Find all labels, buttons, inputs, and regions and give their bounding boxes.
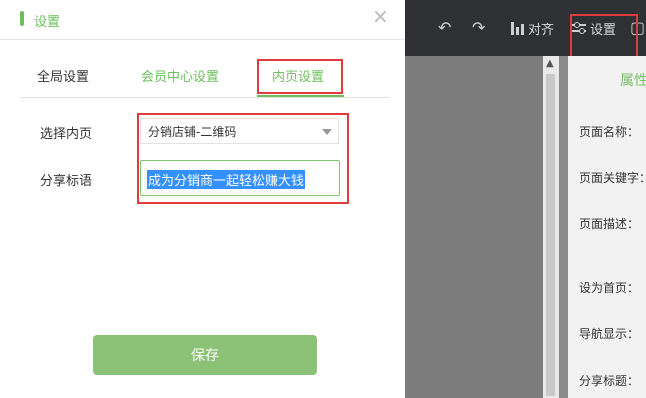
panel-gutter [559,56,568,398]
settings-dialog: 设置 × 全局设置 会员中心设置 内页设置 选择内页 分销店铺-二维码 分享标语… [0,0,405,398]
redo-icon: ↷ [472,18,486,37]
page-name-label: 页面名称： [579,125,640,139]
save-button[interactable]: 保存 [93,335,317,375]
select-page-label: 选择内页 [40,127,93,142]
dialog-title: 设置 [34,15,61,30]
set-homepage-label: 设为首页： [579,281,640,295]
align-button[interactable]: 对齐 [510,0,554,56]
tab-member-center-settings[interactable]: 会员中心设置 [141,66,219,85]
tab-global-settings[interactable]: 全局设置 [37,66,89,85]
properties-title: 属性 [620,73,646,89]
scroll-up-arrow-icon[interactable]: ▲ [546,58,554,69]
canvas-scrollbar[interactable]: ▲ [543,56,559,398]
properties-panel: 属性 页面名称： 页面关键字： 页面描述： 设为首页： 导航显示： 分享标题： [568,56,646,398]
close-icon[interactable]: × [372,6,389,26]
align-label: 对齐 [528,22,555,38]
settings-highlight-box [570,14,638,58]
page-keywords-label: 页面关键字： [579,171,646,185]
dialog-header: 设置 × [0,0,405,40]
tab-highlight-box [257,59,343,94]
nav-display-label: 导航显示： [579,327,640,341]
fields-highlight-box [137,113,349,204]
align-icon [510,21,524,35]
title-accent-bar [20,11,24,26]
undo-icon: ↶ [438,18,452,37]
editor-canvas [405,56,543,398]
share-title-label: 分享标题： [579,374,640,388]
undo-button[interactable]: ↶ [438,0,451,56]
page-description-label: 页面描述： [579,217,640,231]
redo-button[interactable]: ↷ [472,0,485,56]
share-title-field-label: 分享标语 [40,174,93,189]
scroll-thumb[interactable] [546,74,555,396]
active-tab-indicator [257,95,344,97]
